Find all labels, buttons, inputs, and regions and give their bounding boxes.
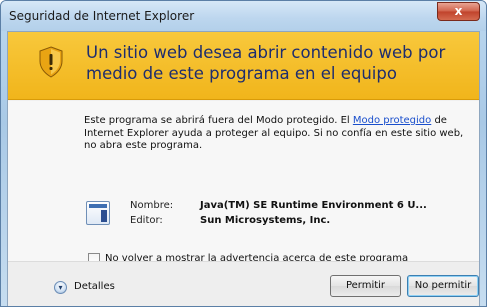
- warning-banner: Un sitio web desea abrir contenido web p…: [8, 32, 479, 100]
- protected-mode-link[interactable]: Modo protegido: [353, 115, 431, 126]
- dialog-body: Este programa se abrirá fuera del Modo p…: [8, 101, 479, 265]
- dialog-window: Seguridad de Internet Explorer x Un siti…: [0, 0, 487, 307]
- publisher-name: Sun Microsystems, Inc.: [200, 215, 331, 226]
- banner-title: Un sitio web desea abrir contenido web p…: [86, 43, 446, 83]
- warning-shield-icon: [39, 46, 63, 78]
- allow-button[interactable]: Permitir: [330, 275, 401, 297]
- dialog-footer: ▾ Detalles Permitir No permitir: [8, 261, 479, 306]
- program-name: Java(TM) SE Runtime Environment 6 U...: [200, 200, 427, 211]
- description-text-start: Este programa se abrirá fuera del Modo p…: [84, 115, 353, 126]
- details-button[interactable]: ▾ Detalles: [54, 280, 134, 296]
- deny-button[interactable]: No permitir: [407, 275, 479, 297]
- publisher-label: Editor:: [130, 215, 163, 226]
- window-title: Seguridad de Internet Explorer: [9, 9, 195, 23]
- dialog-client-area: Un sitio web desea abrir contenido web p…: [7, 31, 480, 306]
- name-label: Nombre:: [130, 200, 174, 211]
- details-label: Detalles: [74, 281, 115, 292]
- close-button[interactable]: x: [437, 2, 480, 21]
- application-window-icon: [86, 201, 110, 225]
- chevron-down-circle-icon: ▾: [54, 281, 67, 294]
- description-text: Este programa se abrirá fuera del Modo p…: [84, 115, 464, 153]
- title-bar[interactable]: Seguridad de Internet Explorer x: [1, 1, 486, 31]
